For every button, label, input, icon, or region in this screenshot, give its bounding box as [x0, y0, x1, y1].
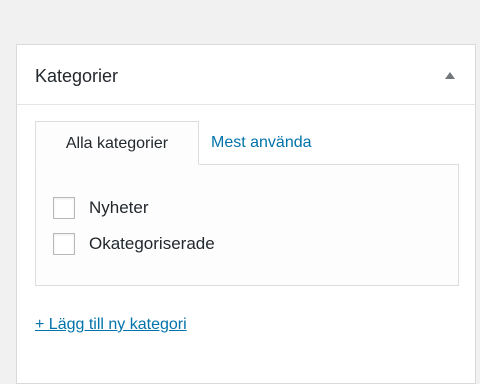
- categories-panel: Kategorier Alla kategorier Mest använda …: [16, 44, 476, 384]
- panel-header[interactable]: Kategorier: [17, 45, 475, 105]
- add-new-category-link[interactable]: + Lägg till ny kategori: [35, 315, 187, 335]
- category-tabs: Alla kategorier Mest använda: [35, 121, 475, 165]
- category-label[interactable]: Okategoriserade: [89, 233, 215, 255]
- category-checkbox-nyheter[interactable]: [53, 197, 75, 219]
- panel-title: Kategorier: [35, 66, 119, 86]
- arrow-up-icon[interactable]: [445, 72, 455, 79]
- category-checklist: Nyheter Okategoriserade: [35, 164, 459, 286]
- category-checkbox-okategoriserade[interactable]: [53, 233, 75, 255]
- category-label[interactable]: Nyheter: [89, 197, 149, 219]
- tab-all-categories[interactable]: Alla kategorier: [35, 121, 199, 165]
- tab-most-used[interactable]: Mest använda: [211, 121, 391, 165]
